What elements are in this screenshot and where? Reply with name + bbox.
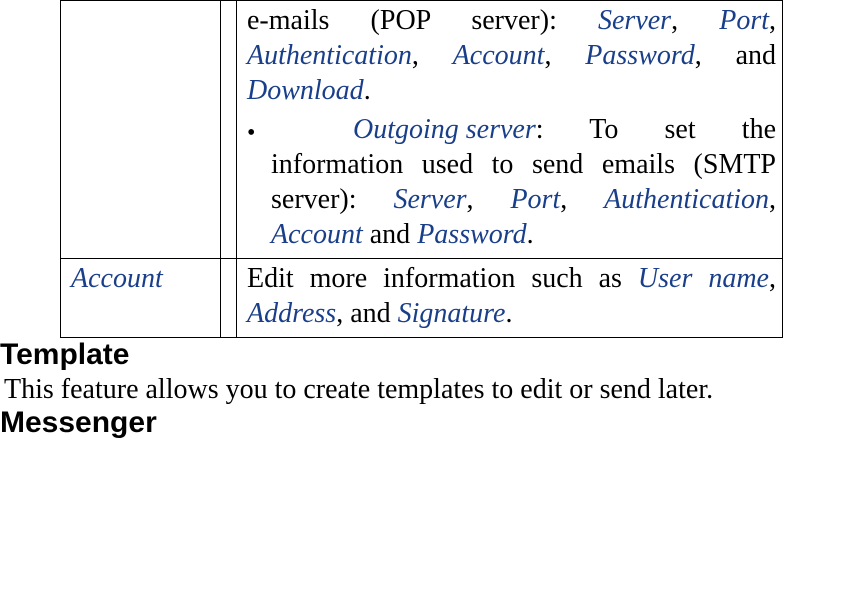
period: . xyxy=(527,219,534,250)
cell-account-label: Account xyxy=(61,259,221,338)
term-port-out: Port xyxy=(510,184,560,215)
term-password: Password xyxy=(585,40,694,71)
term-download: Download xyxy=(247,75,364,106)
sep: , xyxy=(544,40,585,71)
account-pre-text: Edit more information such as xyxy=(247,263,638,294)
sep: , xyxy=(467,184,511,215)
table-row: e-mails (POP server): Server, Port, Auth… xyxy=(61,1,783,259)
outgoing-bullet: • Outgoing server: To set the informatio… xyxy=(247,112,776,252)
outgoing-body: Outgoing server: To set the information … xyxy=(271,112,776,252)
settings-table: e-mails (POP server): Server, Port, Auth… xyxy=(60,0,783,338)
sep: , xyxy=(671,5,719,36)
term-authentication-out: Authentication xyxy=(604,184,769,215)
table-row: Account Edit more information such as Us… xyxy=(61,259,783,338)
outgoing-server-label: Outgoing server xyxy=(271,112,536,147)
sep-and: and xyxy=(370,219,417,250)
sep: , xyxy=(769,263,776,294)
term-account: Account xyxy=(453,40,545,71)
cell-account-content: Edit more information such as User name,… xyxy=(237,259,783,338)
term-port: Port xyxy=(719,5,769,36)
messenger-heading: Messenger xyxy=(0,406,843,440)
term-server-out: Server xyxy=(393,184,466,215)
term-server: Server xyxy=(598,5,671,36)
bullet-icon: • xyxy=(247,112,271,149)
cell-spacer xyxy=(221,1,237,259)
sep: , xyxy=(769,5,776,36)
account-label: Account xyxy=(71,263,163,294)
period: . xyxy=(364,75,371,106)
incoming-fragment: e-mails (POP server): Server, Port, Auth… xyxy=(247,3,776,108)
template-heading: Template xyxy=(0,338,843,372)
template-body: This feature allows you to create templa… xyxy=(4,374,843,406)
sep: , xyxy=(769,184,776,215)
term-username: User name xyxy=(638,263,769,294)
sep: , and xyxy=(695,40,776,71)
incoming-pre-text: e-mails (POP server): xyxy=(247,5,598,36)
term-password-out: Password xyxy=(417,219,526,250)
term-authentication: Authentication xyxy=(247,40,412,71)
sep: , and xyxy=(336,298,397,329)
page: e-mails (POP server): Server, Port, Auth… xyxy=(0,0,843,440)
period: . xyxy=(505,298,512,329)
sep: , xyxy=(412,40,453,71)
term-signature: Signature xyxy=(398,298,506,329)
cell-server-content: e-mails (POP server): Server, Port, Auth… xyxy=(237,1,783,259)
term-account-out: Account xyxy=(271,219,363,250)
cell-label-empty xyxy=(61,1,221,259)
sep: , xyxy=(560,184,604,215)
cell-spacer xyxy=(221,259,237,338)
term-address: Address xyxy=(247,298,336,329)
